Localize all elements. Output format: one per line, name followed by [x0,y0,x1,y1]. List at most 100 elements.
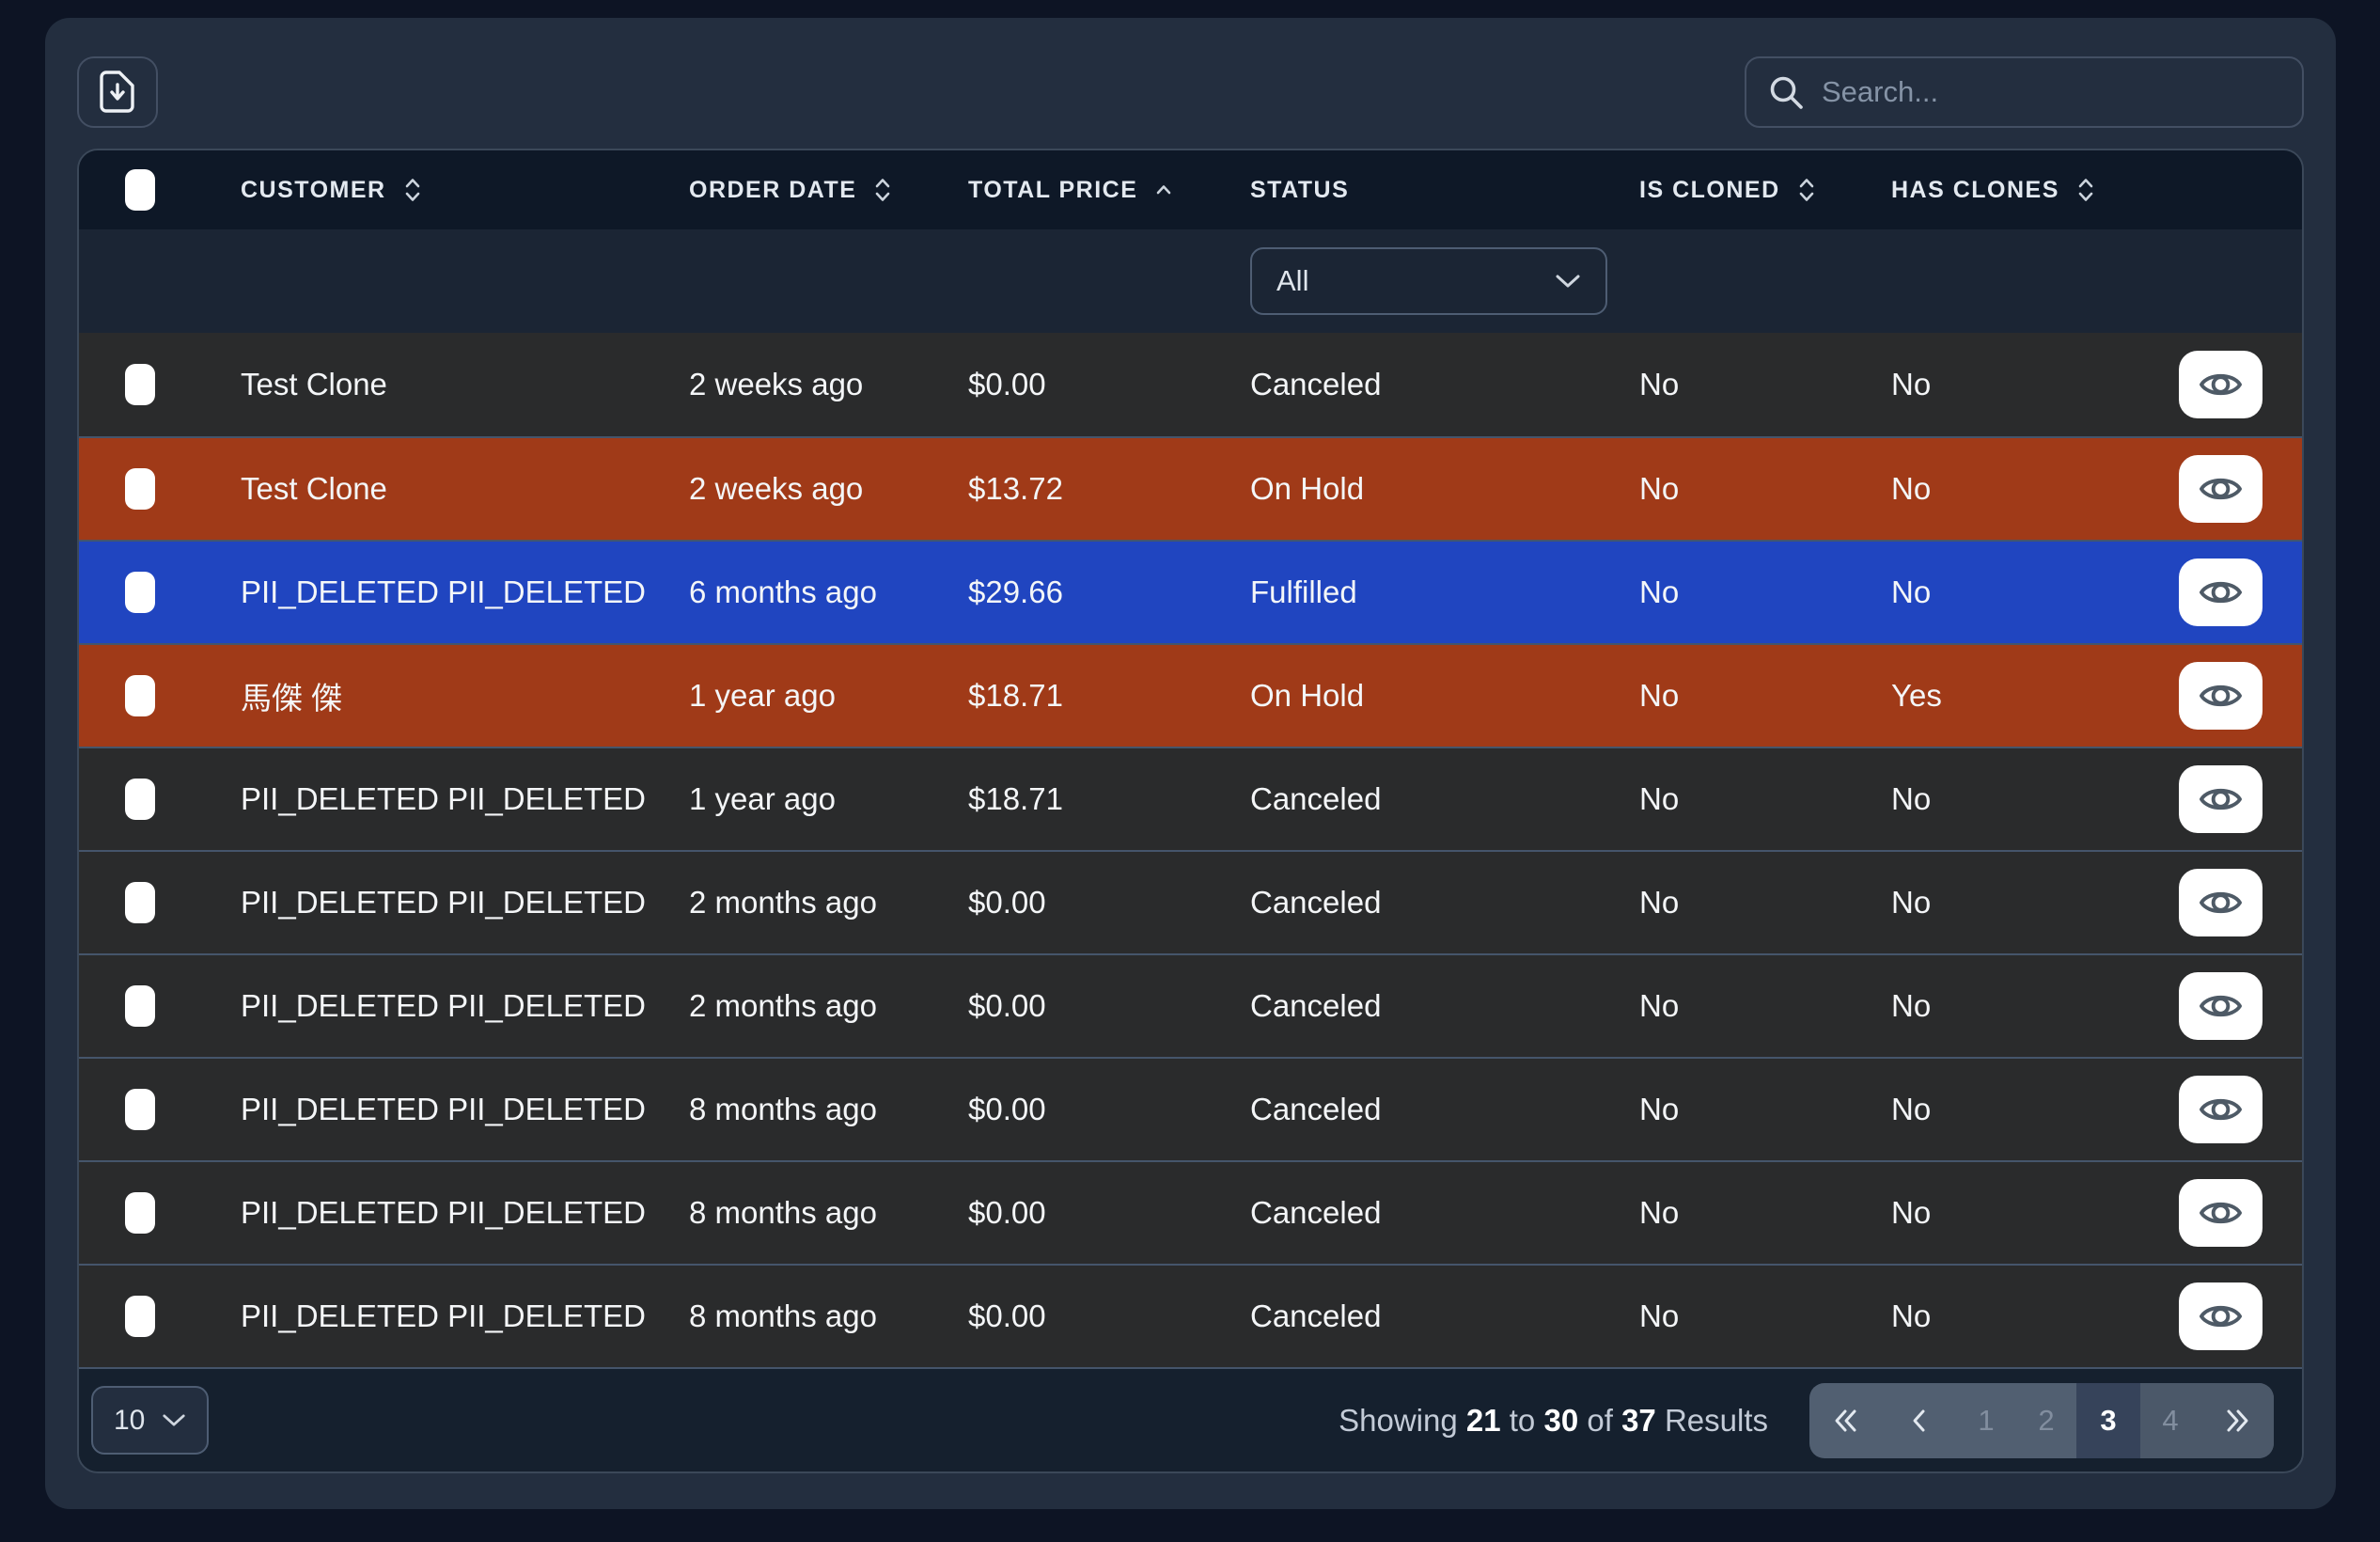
status-filter-value: All [1276,264,1308,298]
select-all-checkbox[interactable] [125,169,155,211]
cell-is-cloned: No [1639,574,1891,610]
search-input-container[interactable] [1745,56,2304,128]
cell-customer: PII_DELETED PII_DELETED [241,1195,689,1231]
page-button-3[interactable]: 3 [2076,1383,2140,1458]
cell-total-price: $0.00 [968,1195,1250,1231]
cell-is-cloned: No [1639,471,1891,507]
page-button-4[interactable]: 4 [2140,1383,2200,1458]
cell-actions [2179,559,2302,626]
cell-actions [2179,765,2302,833]
row-checkbox[interactable] [125,364,155,405]
row-checkbox[interactable] [125,572,155,613]
cell-is-cloned: No [1639,781,1891,817]
column-label: STATUS [1250,177,1349,204]
column-header-total-price[interactable]: TOTAL PRICE [968,176,1250,204]
page-button-1[interactable]: 1 [1956,1383,2016,1458]
orders-panel: CUSTOMER ORDER DATE TOTAL PRICE STATUS I… [45,18,2336,1509]
eye-icon [2199,886,2243,920]
cell-is-cloned: No [1639,1195,1891,1231]
cell-order-date: 2 weeks ago [689,367,968,402]
table-row: PII_DELETED PII_DELETED 1 year ago $18.7… [79,747,2302,850]
cell-status: On Hold [1250,678,1639,714]
view-order-button[interactable] [2179,972,2263,1040]
footer-right: Showing 21 to 30 of 37 Results 1234 [1339,1383,2274,1458]
table-footer: 10 Showing 21 to 30 of 37 Results [79,1367,2302,1471]
cell-customer: PII_DELETED PII_DELETED [241,885,689,920]
cell-has-clones: No [1891,885,2179,920]
row-checkbox-cell [79,1089,241,1130]
column-header-order-date[interactable]: ORDER DATE [689,176,968,204]
cell-has-clones: No [1891,1092,2179,1127]
row-checkbox[interactable] [125,985,155,1027]
sort-icon [1797,176,1816,204]
status-filter-select[interactable]: All [1250,247,1607,315]
export-button[interactable] [77,56,158,128]
cell-customer: PII_DELETED PII_DELETED [241,988,689,1024]
view-order-button[interactable] [2179,455,2263,523]
column-header-has-clones[interactable]: HAS CLONES [1891,176,2179,204]
previous-page-button[interactable] [1883,1383,1956,1458]
view-order-button[interactable] [2179,869,2263,936]
eye-icon [2199,989,2243,1023]
table-row: PII_DELETED PII_DELETED 6 months ago $29… [79,540,2302,643]
page-button-2[interactable]: 2 [2016,1383,2076,1458]
chevron-down-icon [1555,274,1581,289]
chevron-down-icon [162,1413,186,1427]
eye-icon [2199,1196,2243,1230]
row-checkbox[interactable] [125,779,155,820]
cell-status: Fulfilled [1250,574,1639,610]
row-checkbox[interactable] [125,882,155,923]
page-size-select[interactable]: 10 [91,1386,209,1455]
column-header-customer[interactable]: CUSTOMER [241,176,689,204]
cell-order-date: 8 months ago [689,1298,968,1334]
view-order-button[interactable] [2179,662,2263,730]
select-all-cell [79,169,241,211]
cell-status: Canceled [1250,781,1639,817]
row-checkbox-cell [79,1296,241,1337]
table-row: PII_DELETED PII_DELETED 8 months ago $0.… [79,1057,2302,1160]
row-checkbox[interactable] [125,675,155,716]
cell-actions [2179,972,2302,1040]
first-page-button[interactable] [1809,1383,1883,1458]
cell-has-clones: No [1891,471,2179,507]
view-order-button[interactable] [2179,1282,2263,1350]
cell-status: Canceled [1250,1092,1639,1127]
cell-order-date: 1 year ago [689,678,968,714]
row-checkbox[interactable] [125,1296,155,1337]
view-order-button[interactable] [2179,765,2263,833]
column-label: CUSTOMER [241,177,386,204]
cell-customer: PII_DELETED PII_DELETED [241,1092,689,1127]
cell-has-clones: No [1891,1195,2179,1231]
cell-order-date: 1 year ago [689,781,968,817]
view-order-button[interactable] [2179,351,2263,418]
view-order-button[interactable] [2179,559,2263,626]
row-checkbox[interactable] [125,1089,155,1130]
pagination: 1234 [1809,1383,2274,1458]
cell-order-date: 6 months ago [689,574,968,610]
cell-total-price: $18.71 [968,781,1250,817]
cell-status: Canceled [1250,367,1639,402]
cell-total-price: $0.00 [968,1092,1250,1127]
eye-icon [2199,472,2243,506]
row-checkbox-cell [79,882,241,923]
cell-customer: Test Clone [241,471,689,507]
column-header-is-cloned[interactable]: IS CLONED [1639,176,1891,204]
cell-customer: 馬傑 傑 [241,673,689,718]
cell-has-clones: No [1891,1298,2179,1334]
cell-is-cloned: No [1639,988,1891,1024]
orders-table: CUSTOMER ORDER DATE TOTAL PRICE STATUS I… [77,149,2304,1473]
cell-total-price: $0.00 [968,1298,1250,1334]
view-order-button[interactable] [2179,1076,2263,1143]
cell-total-price: $13.72 [968,471,1250,507]
row-checkbox[interactable] [125,1192,155,1234]
row-checkbox[interactable] [125,468,155,510]
row-checkbox-cell [79,675,241,716]
cell-actions [2179,1076,2302,1143]
next-page-button[interactable] [2200,1383,2274,1458]
search-input[interactable] [1820,74,2281,110]
view-order-button[interactable] [2179,1179,2263,1247]
cell-order-date: 2 months ago [689,988,968,1024]
cell-actions [2179,1179,2302,1247]
file-download-icon [97,70,138,115]
row-checkbox-cell [79,985,241,1027]
